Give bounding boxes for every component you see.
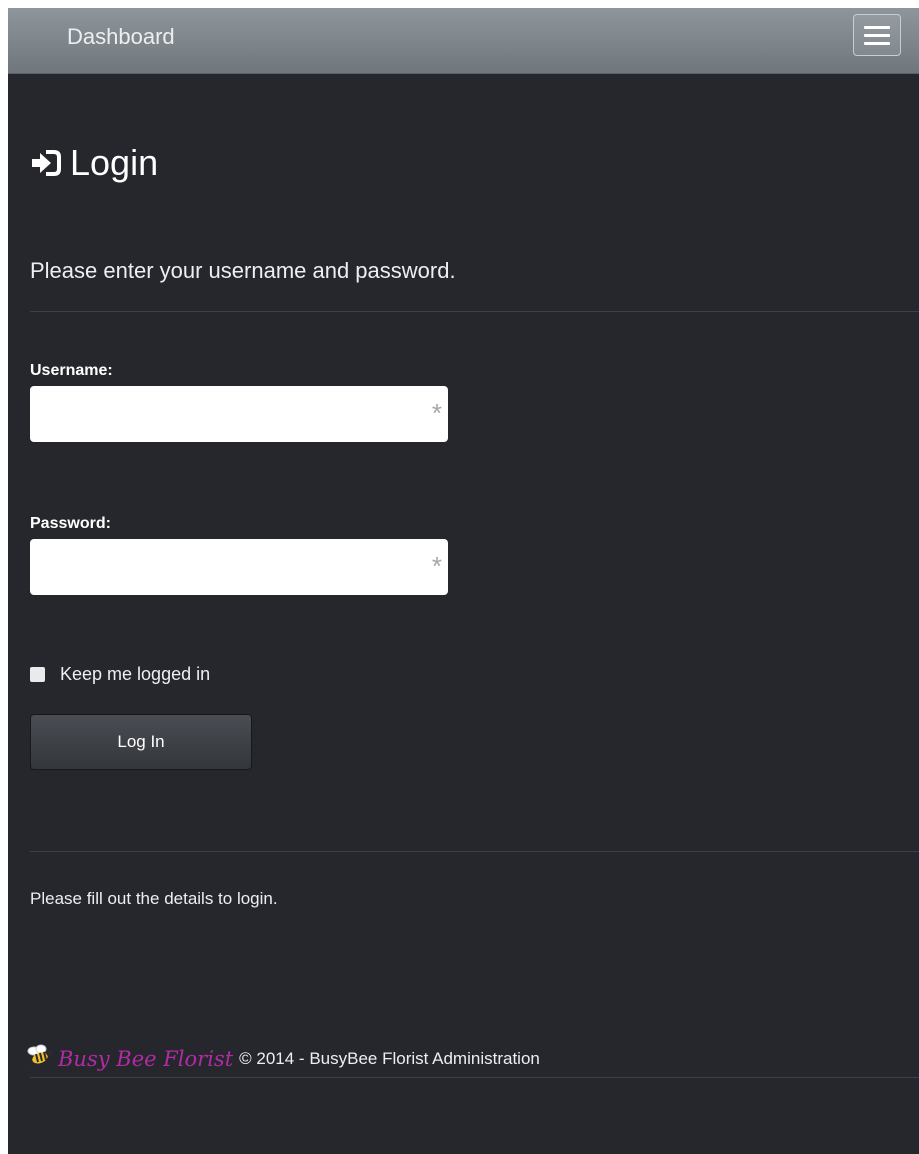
login-instructions: Please enter your username and password. <box>30 258 456 283</box>
username-input[interactable] <box>30 386 448 442</box>
logo: Busy Bee Florist <box>26 1044 233 1073</box>
footer: Busy Bee Florist © 2014 - BusyBee Floris… <box>26 1044 540 1073</box>
divider-top <box>30 311 919 312</box>
brand-link[interactable]: Dashboard <box>67 24 175 50</box>
page-heading: Login <box>30 142 158 184</box>
divider-footer <box>30 1077 919 1078</box>
password-input[interactable] <box>30 539 448 595</box>
username-field-wrapper: * <box>30 386 448 442</box>
divider-middle <box>30 851 919 852</box>
menu-toggle-button[interactable] <box>853 14 901 56</box>
login-button[interactable]: Log In <box>30 714 252 770</box>
password-label: Password: <box>30 515 111 532</box>
navbar: Dashboard <box>8 8 919 74</box>
page: Dashboard Login Please enter your userna… <box>0 0 919 1154</box>
hamburger-menu-icon <box>864 26 890 29</box>
remember-me-checkbox[interactable] <box>30 667 45 682</box>
remember-me: Keep me logged in <box>30 664 210 685</box>
required-asterisk-icon: * <box>431 398 442 428</box>
username-label: Username: <box>30 362 113 379</box>
remember-me-label[interactable]: Keep me logged in <box>60 664 210 685</box>
hamburger-menu-icon-bar <box>864 42 890 45</box>
bee-logo-icon <box>26 1044 56 1073</box>
logo-text: Busy Bee Florist <box>58 1046 234 1071</box>
hamburger-menu-icon-bar <box>864 34 890 37</box>
login-arrow-icon <box>30 146 64 180</box>
main-content: Login Please enter your username and pas… <box>8 74 919 1154</box>
copyright-text: © 2014 - BusyBee Florist Administration <box>239 1048 540 1068</box>
page-title: Login <box>70 142 159 183</box>
required-asterisk-icon: * <box>431 551 442 581</box>
password-field-wrapper: * <box>30 539 448 595</box>
status-message: Please fill out the details to login. <box>30 889 278 908</box>
